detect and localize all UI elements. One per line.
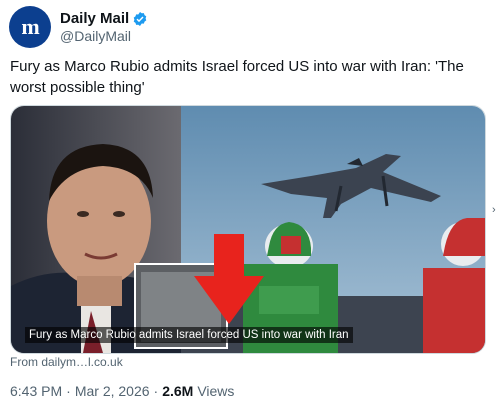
tweet-header: m Daily Mail @DailyMail bbox=[9, 6, 148, 48]
views-count: 2.6M bbox=[162, 383, 194, 399]
account-handle[interactable]: @DailyMail bbox=[60, 28, 148, 44]
media-caption: Fury as Marco Rubio admits Israel forced… bbox=[25, 327, 353, 343]
display-name[interactable]: Daily Mail bbox=[60, 10, 129, 27]
media-image bbox=[11, 106, 485, 353]
daily-mail-logo: m bbox=[21, 14, 39, 39]
meta-separator: · bbox=[66, 383, 71, 399]
tweet-meta: 6:43 PM · Mar 2, 2026 · 2.6M Views bbox=[10, 383, 234, 399]
meta-separator: · bbox=[153, 383, 159, 399]
avatar[interactable]: m bbox=[9, 6, 51, 48]
edge-caret-icon: › bbox=[492, 204, 496, 216]
tweet-text: Fury as Marco Rubio admits Israel forced… bbox=[10, 58, 464, 96]
views-label: Views bbox=[197, 383, 235, 399]
tweet-media[interactable]: Fury as Marco Rubio admits Israel forced… bbox=[10, 105, 486, 354]
link-source[interactable]: From dailym…l.co.uk bbox=[10, 355, 123, 369]
account-names: Daily Mail @DailyMail bbox=[60, 10, 148, 44]
tweet-date[interactable]: Mar 2, 2026 bbox=[75, 383, 150, 399]
tweet-time[interactable]: 6:43 PM bbox=[10, 383, 62, 399]
verified-badge-icon bbox=[133, 11, 147, 26]
